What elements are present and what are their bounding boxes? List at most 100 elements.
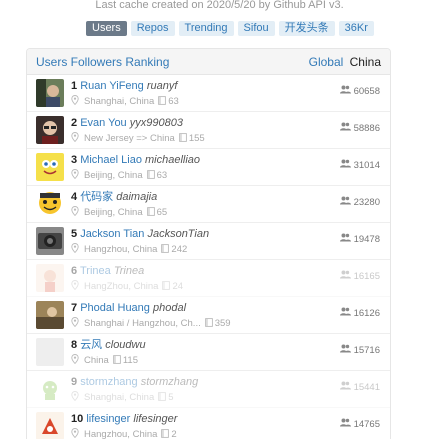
followers-count: 14765 — [339, 418, 380, 430]
user-name-link[interactable]: Trinea — [80, 265, 111, 277]
user-name-line: 10 lifesinger lifesinger — [71, 412, 177, 426]
user-name-line: 9 stormzhang stormzhang — [71, 375, 198, 389]
repo-icon — [201, 317, 215, 331]
avatar[interactable] — [36, 153, 64, 181]
user-location: HangZhou, China — [84, 281, 159, 292]
user-meta: Hangzhou, China 2 — [71, 428, 177, 439]
user-login: JacksonTian — [147, 228, 210, 240]
repo-icon — [143, 169, 157, 183]
location-icon — [71, 243, 84, 257]
user-row[interactable]: 6 Trinea Trinea HangZhou, China 24 16165 — [27, 260, 390, 297]
avatar[interactable] — [36, 264, 64, 292]
user-name-link[interactable]: Phodal Huang — [80, 302, 150, 314]
user-meta: HangZhou, China 24 — [71, 280, 183, 294]
user-name-link[interactable]: 代码家 — [80, 191, 113, 203]
followers-count: 58886 — [339, 122, 380, 134]
rank-number: 9 — [71, 376, 78, 388]
user-name-link[interactable]: Ruan YiFeng — [80, 80, 144, 92]
repo-icon — [175, 132, 189, 146]
user-list: 1 Ruan YiFeng ruanyf Shanghai, China 63 606… — [27, 75, 390, 439]
followers-value: 14765 — [353, 418, 380, 430]
nav-trending[interactable]: Trending — [178, 21, 234, 36]
user-meta: Shanghai, China 5 — [71, 391, 174, 405]
followers-count: 16126 — [339, 307, 380, 319]
user-location: Beijing, China — [84, 170, 143, 181]
rank-number: 5 — [71, 228, 78, 240]
user-row[interactable]: 9 stormzhang stormzhang Shanghai, China 5 1… — [27, 371, 390, 408]
avatar[interactable] — [36, 338, 64, 366]
avatar[interactable] — [36, 412, 64, 439]
followers-icon — [339, 381, 351, 393]
avatar[interactable] — [36, 79, 64, 107]
location-icon — [71, 391, 84, 405]
user-login: michaelliao — [145, 154, 201, 166]
followers-value: 16126 — [353, 307, 380, 319]
top-nav: Users Repos Trending Sifou 开发头条 36Kr — [86, 21, 374, 36]
user-location: Hangzhou, China — [84, 244, 158, 255]
rank-number: 7 — [71, 302, 78, 314]
repo-count: 2 — [171, 429, 177, 439]
followers-icon — [339, 122, 351, 134]
followers-icon — [339, 344, 351, 356]
user-location: New Jersey => China — [84, 133, 175, 144]
user-meta: China 115 — [71, 354, 138, 368]
user-row[interactable]: 2 Evan You yyx990803 New Jersey => China 1… — [27, 112, 390, 149]
user-name-line: 4 代码家 daimajia — [71, 190, 157, 204]
location-icon — [71, 132, 84, 146]
repo-icon — [154, 391, 168, 405]
followers-count: 15716 — [339, 344, 380, 356]
nav-36kr[interactable]: 36Kr — [338, 21, 374, 36]
user-name-link[interactable]: stormzhang — [80, 376, 137, 388]
user-row[interactable]: 3 Michael Liao michaelliao Beijing, China… — [27, 149, 390, 186]
repo-count: 63 — [168, 96, 179, 107]
user-name-line: 7 Phodal Huang phodal — [71, 301, 186, 315]
user-name-link[interactable]: lifesinger — [86, 413, 130, 425]
user-name-link[interactable]: Evan You — [80, 117, 127, 129]
followers-count: 60658 — [339, 85, 380, 97]
followers-icon — [339, 196, 351, 208]
followers-value: 60658 — [353, 85, 380, 97]
user-location: China — [84, 355, 109, 366]
user-meta: Beijing, China 65 — [71, 206, 167, 220]
user-row[interactable]: 1 Ruan YiFeng ruanyf Shanghai, China 63 606… — [27, 75, 390, 112]
user-name-link[interactable]: 云风 — [80, 339, 102, 351]
avatar[interactable] — [36, 301, 64, 329]
avatar[interactable] — [36, 375, 64, 403]
user-name-line: 6 Trinea Trinea — [71, 264, 144, 278]
rank-number: 4 — [71, 191, 78, 203]
avatar[interactable] — [36, 227, 64, 255]
user-location: Beijing, China — [84, 207, 143, 218]
repo-icon — [158, 280, 172, 294]
user-name-line: 8 云风 cloudwu — [71, 338, 146, 352]
panel-title: Users Followers Ranking — [36, 54, 170, 69]
user-name-link[interactable]: Michael Liao — [80, 154, 142, 166]
followers-icon — [339, 233, 351, 245]
nav-kaifa[interactable]: 开发头条 — [278, 21, 335, 36]
user-row[interactable]: 7 Phodal Huang phodal Shanghai / Hangzhou… — [27, 297, 390, 334]
user-row[interactable]: 5 Jackson Tian JacksonTian Hangzhou, Chin… — [27, 223, 390, 260]
rank-number: 6 — [71, 265, 78, 277]
user-location: Shanghai / Hangzhou, Ch... — [84, 318, 201, 329]
user-location: Hangzhou, China — [84, 429, 158, 439]
user-row[interactable]: 4 代码家 daimajia Beijing, China 65 23280 — [27, 186, 390, 223]
user-name-link[interactable]: Jackson Tian — [80, 228, 144, 240]
followers-value: 23280 — [353, 196, 380, 208]
user-login: cloudwu — [105, 339, 146, 351]
user-row[interactable]: 10 lifesinger lifesinger Hangzhou, China 2… — [27, 408, 390, 439]
followers-icon — [339, 85, 351, 97]
tab-global[interactable]: Global — [309, 55, 344, 69]
nav-users[interactable]: Users — [86, 21, 127, 36]
avatar[interactable] — [36, 190, 64, 218]
tab-china[interactable]: China — [350, 55, 381, 69]
nav-sifou[interactable]: Sifou — [237, 21, 275, 36]
user-row[interactable]: 8 云风 cloudwu China 115 15716 — [27, 334, 390, 371]
user-meta: Shanghai / Hangzhou, Ch... 359 — [71, 317, 231, 331]
nav-repos[interactable]: Repos — [130, 21, 175, 36]
location-icon — [71, 280, 84, 294]
user-login: ruanyf — [146, 80, 178, 92]
cache-note: Last cache created on 2020/5/20 by Githu… — [95, 0, 344, 11]
user-location: Shanghai, China — [84, 96, 155, 107]
avatar[interactable] — [36, 116, 64, 144]
rank-number: 8 — [71, 339, 78, 351]
rank-number: 3 — [71, 154, 78, 166]
